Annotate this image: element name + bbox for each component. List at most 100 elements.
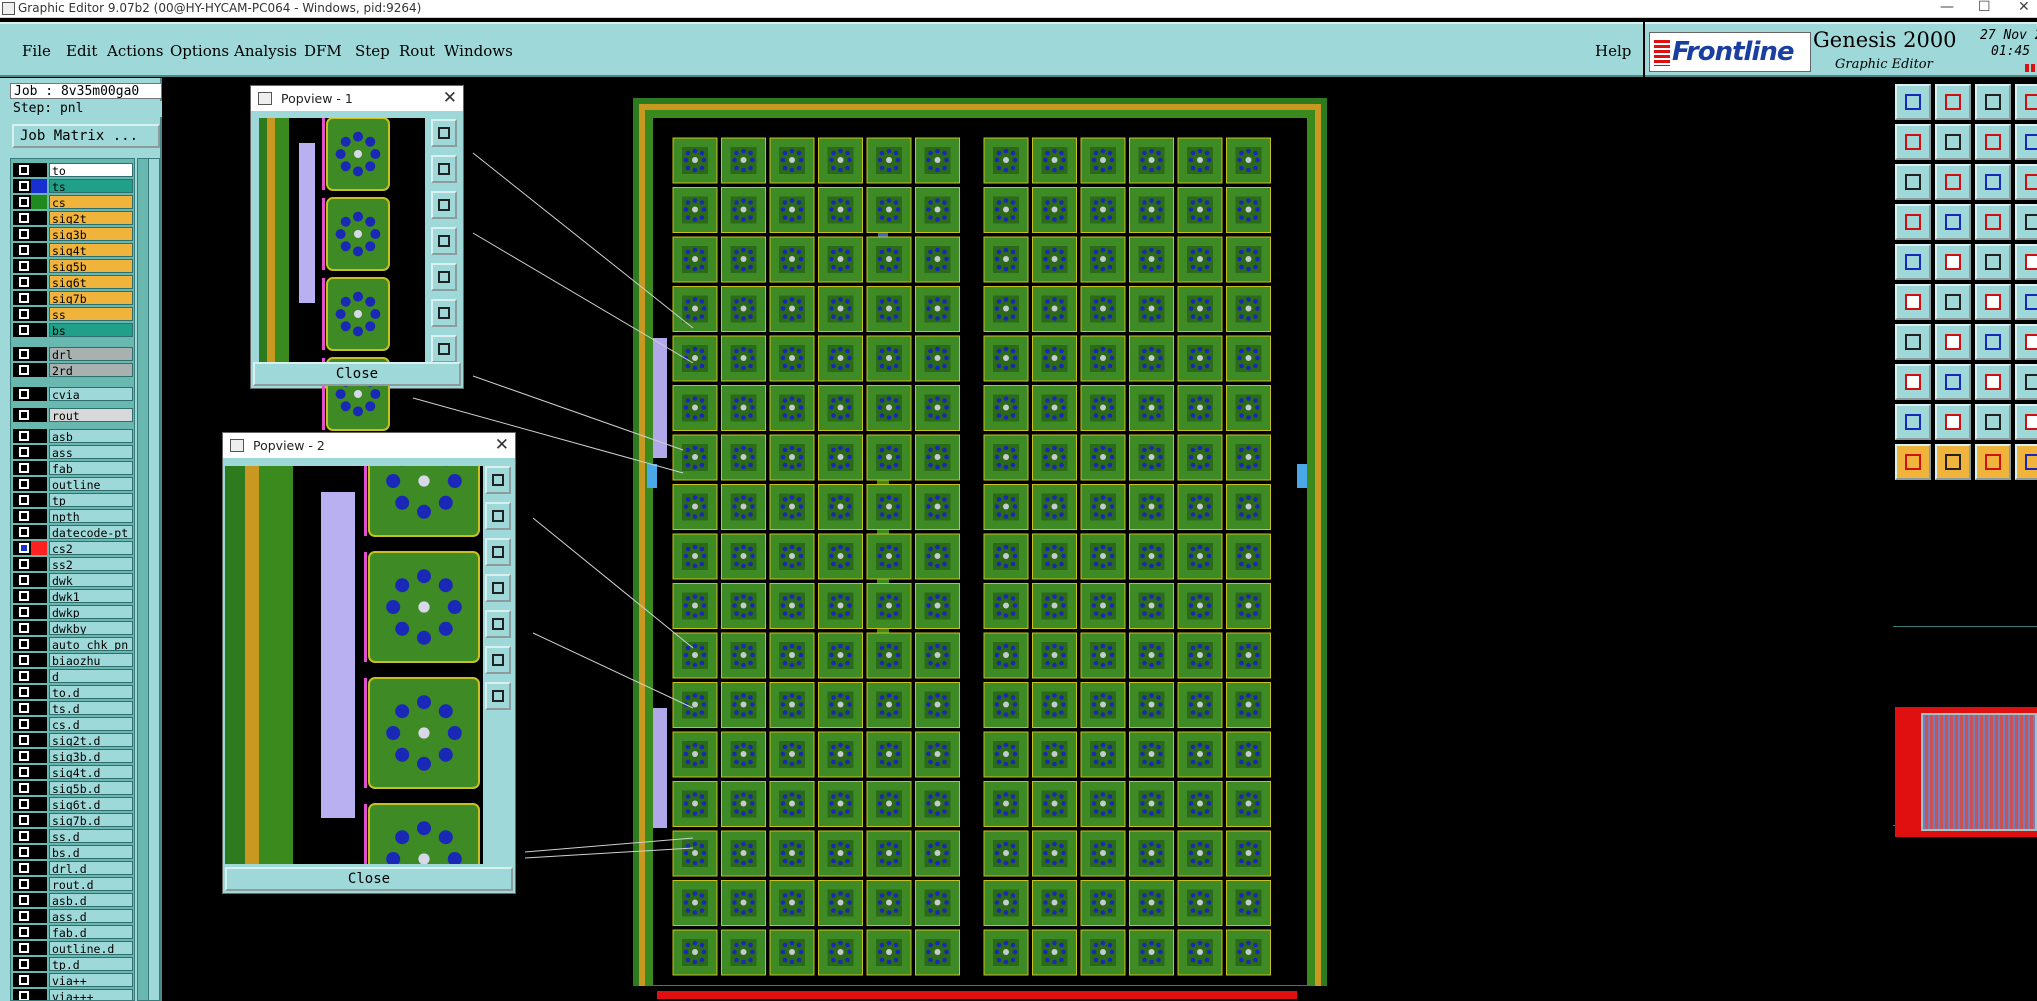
layer-row[interactable]: dwk xyxy=(13,573,133,587)
layer-name[interactable]: d xyxy=(49,669,133,683)
layer-checkbox[interactable] xyxy=(19,719,29,729)
layer-checkbox[interactable] xyxy=(19,975,29,985)
ruler-icon[interactable] xyxy=(1975,244,2011,280)
layer-row[interactable]: biaozhu xyxy=(13,653,133,667)
layer-row[interactable]: asb xyxy=(13,429,133,443)
layer-checkbox[interactable] xyxy=(19,767,29,777)
layer-row[interactable]: npth xyxy=(13,509,133,523)
menu-step[interactable]: Step xyxy=(355,42,390,60)
query-icon[interactable] xyxy=(2015,164,2037,200)
layer-row[interactable]: sig3b xyxy=(13,227,133,241)
zoom-window-icon[interactable] xyxy=(431,335,457,363)
layer-checkbox[interactable] xyxy=(19,655,29,665)
layer-name[interactable]: sig7b.d xyxy=(49,813,133,827)
layer-checkbox[interactable] xyxy=(19,751,29,761)
pointer-edit-icon[interactable] xyxy=(1975,444,2011,480)
layer-checkbox[interactable] xyxy=(19,245,29,255)
menu-file[interactable]: File xyxy=(22,42,51,60)
layer-row[interactable]: rout xyxy=(13,408,133,422)
layer-checkbox[interactable] xyxy=(19,943,29,953)
layer-checkbox[interactable] xyxy=(19,463,29,473)
layer-checkbox[interactable] xyxy=(19,365,29,375)
layer-checkbox[interactable] xyxy=(19,277,29,287)
pan-down-icon[interactable] xyxy=(431,191,457,219)
layer-checkbox[interactable] xyxy=(19,671,29,681)
popview-1-canvas[interactable] xyxy=(259,118,425,446)
grid-icon[interactable] xyxy=(1935,204,1971,240)
layer-row[interactable]: sig5b.d xyxy=(13,781,133,795)
layer-checkbox[interactable] xyxy=(19,293,29,303)
layer-name[interactable]: drl xyxy=(49,347,133,361)
layer-name[interactable]: asb xyxy=(49,429,133,443)
layer-name[interactable]: biaozhu xyxy=(49,653,133,667)
edge-icon[interactable] xyxy=(2015,284,2037,320)
layer-row[interactable]: ss2 xyxy=(13,557,133,571)
add-pad-icon[interactable] xyxy=(1895,244,1931,280)
move-icon[interactable] xyxy=(1975,284,2011,320)
layer-checkbox[interactable] xyxy=(19,575,29,585)
layer-name[interactable]: npth xyxy=(49,509,133,523)
zoom-in-icon[interactable] xyxy=(1895,84,1931,120)
layer-row[interactable]: cvia xyxy=(13,387,133,401)
layer-name[interactable]: sig4t.d xyxy=(49,765,133,779)
layer-name[interactable]: dwk1 xyxy=(49,589,133,603)
maximize-icon[interactable]: ☐ xyxy=(1978,0,1991,15)
pan-right-icon[interactable] xyxy=(431,263,457,291)
layer-checkbox[interactable] xyxy=(19,349,29,359)
layer-row[interactable]: cs xyxy=(13,195,133,209)
minimize-icon[interactable]: — xyxy=(1940,0,1954,15)
measure-icon[interactable] xyxy=(1895,204,1931,240)
layer-name[interactable]: bs.d xyxy=(49,845,133,859)
layer-name[interactable]: dwkby xyxy=(49,621,133,635)
layer-row[interactable]: sig6t.d xyxy=(13,797,133,811)
layer-name[interactable]: sig4t xyxy=(49,243,133,257)
layer-checkbox[interactable] xyxy=(19,410,29,420)
layer-checkbox[interactable] xyxy=(19,213,29,223)
layer-row[interactable]: bs xyxy=(13,323,133,337)
layer-checkbox[interactable] xyxy=(19,783,29,793)
layer-name[interactable]: to.d xyxy=(49,685,133,699)
layer-name[interactable]: fab xyxy=(49,461,133,475)
add-line-icon[interactable] xyxy=(1935,244,1971,280)
layer-row[interactable]: cs2 xyxy=(13,541,133,555)
triangle-c-icon[interactable] xyxy=(2015,404,2037,440)
pan-left-icon[interactable] xyxy=(485,574,511,602)
minus-icon[interactable] xyxy=(1935,364,1971,400)
layer-name[interactable]: auto_chk_pn xyxy=(49,637,133,651)
layer-row[interactable]: sig6t xyxy=(13,275,133,289)
layer-row[interactable]: outline.d xyxy=(13,941,133,955)
layer-name[interactable]: sig5b.d xyxy=(49,781,133,795)
layer-checkbox[interactable] xyxy=(19,511,29,521)
zoom-out-icon[interactable] xyxy=(1935,84,1971,120)
layer-row[interactable]: via+++ xyxy=(13,989,133,1000)
layer-name[interactable]: sig5b xyxy=(49,259,133,273)
layer-checkbox[interactable] xyxy=(19,197,29,207)
layer-row[interactable]: fab xyxy=(13,461,133,475)
layer-name[interactable]: drl.d xyxy=(49,861,133,875)
layer-name[interactable]: dwk xyxy=(49,573,133,587)
pointer-icon[interactable] xyxy=(1895,444,1931,480)
layer-row[interactable]: drl.d xyxy=(13,861,133,875)
layer-checkbox[interactable] xyxy=(19,389,29,399)
triangle-icon[interactable] xyxy=(1895,404,1931,440)
layer-row[interactable]: tp.d xyxy=(13,957,133,971)
layer-name[interactable]: ts.d xyxy=(49,701,133,715)
menu-dfm[interactable]: DFM xyxy=(304,42,342,60)
layer-checkbox[interactable] xyxy=(19,447,29,457)
pan-right-icon[interactable] xyxy=(485,610,511,638)
layer-name[interactable]: tp xyxy=(49,493,133,507)
layer-checkbox[interactable] xyxy=(19,431,29,441)
pan-down-icon[interactable] xyxy=(485,538,511,566)
layer-checkbox[interactable] xyxy=(19,847,29,857)
layer-name[interactable]: fab.d xyxy=(49,925,133,939)
menu-edit[interactable]: Edit xyxy=(66,42,97,60)
layer-name[interactable]: ass xyxy=(49,445,133,459)
layer-name[interactable]: cvia xyxy=(49,387,133,401)
layer-checkbox[interactable] xyxy=(19,527,29,537)
snap-icon[interactable] xyxy=(1975,204,2011,240)
pan-up-icon[interactable] xyxy=(485,502,511,530)
layer-name[interactable]: cs2 xyxy=(49,541,133,555)
zoom-window-icon[interactable] xyxy=(485,682,511,710)
layer-row[interactable]: sig2t.d xyxy=(13,733,133,747)
close-icon[interactable]: ✕ xyxy=(495,435,509,455)
